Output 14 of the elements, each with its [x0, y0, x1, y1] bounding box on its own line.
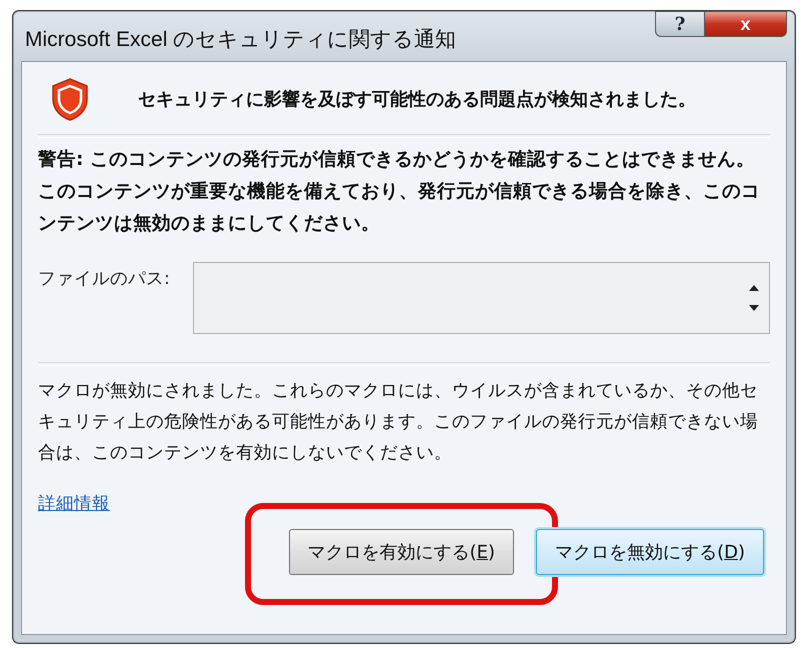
- headline-text: セキュリティに影響を及ぼす可能性のある問題点が検知されました。: [138, 88, 696, 111]
- macro-button[interactable]: マクロを有効にする(E): [288, 529, 514, 575]
- file-path-label: ファイルのパス:: [38, 268, 171, 290]
- message-text: マクロが無効にされました。これらのマクロには、ウイルスが含まれているか、その他セキュリティ上の危険性がある可能性があります。このファイルの発行元が信頼できない場合は、このコンテンツを有効にしないでください。: [38, 380, 759, 465]
- scroll-down-icon[interactable]: [749, 305, 759, 311]
- close-button[interactable]: x: [705, 11, 787, 37]
- shield-icon: [50, 77, 90, 121]
- warning-text: 警告: このコンテンツの発行元が信頼できるかどうかを確認することはできません。このコンテンツが重要な機能を備えており、発行元が信頼できる場合を除き、このコンテンツは無効のままにしてください。: [38, 148, 761, 236]
- file-path-field[interactable]: [193, 262, 770, 334]
- more-info-link[interactable]: 詳細情報: [38, 491, 110, 515]
- window-title: Microsoft Excel のセキュリティに関する通知: [24, 27, 456, 53]
- macro-button[interactable]: マクロを無効にする(D): [536, 529, 764, 575]
- help-button[interactable]: ?: [655, 11, 705, 37]
- scroll-up-icon[interactable]: [749, 285, 759, 291]
